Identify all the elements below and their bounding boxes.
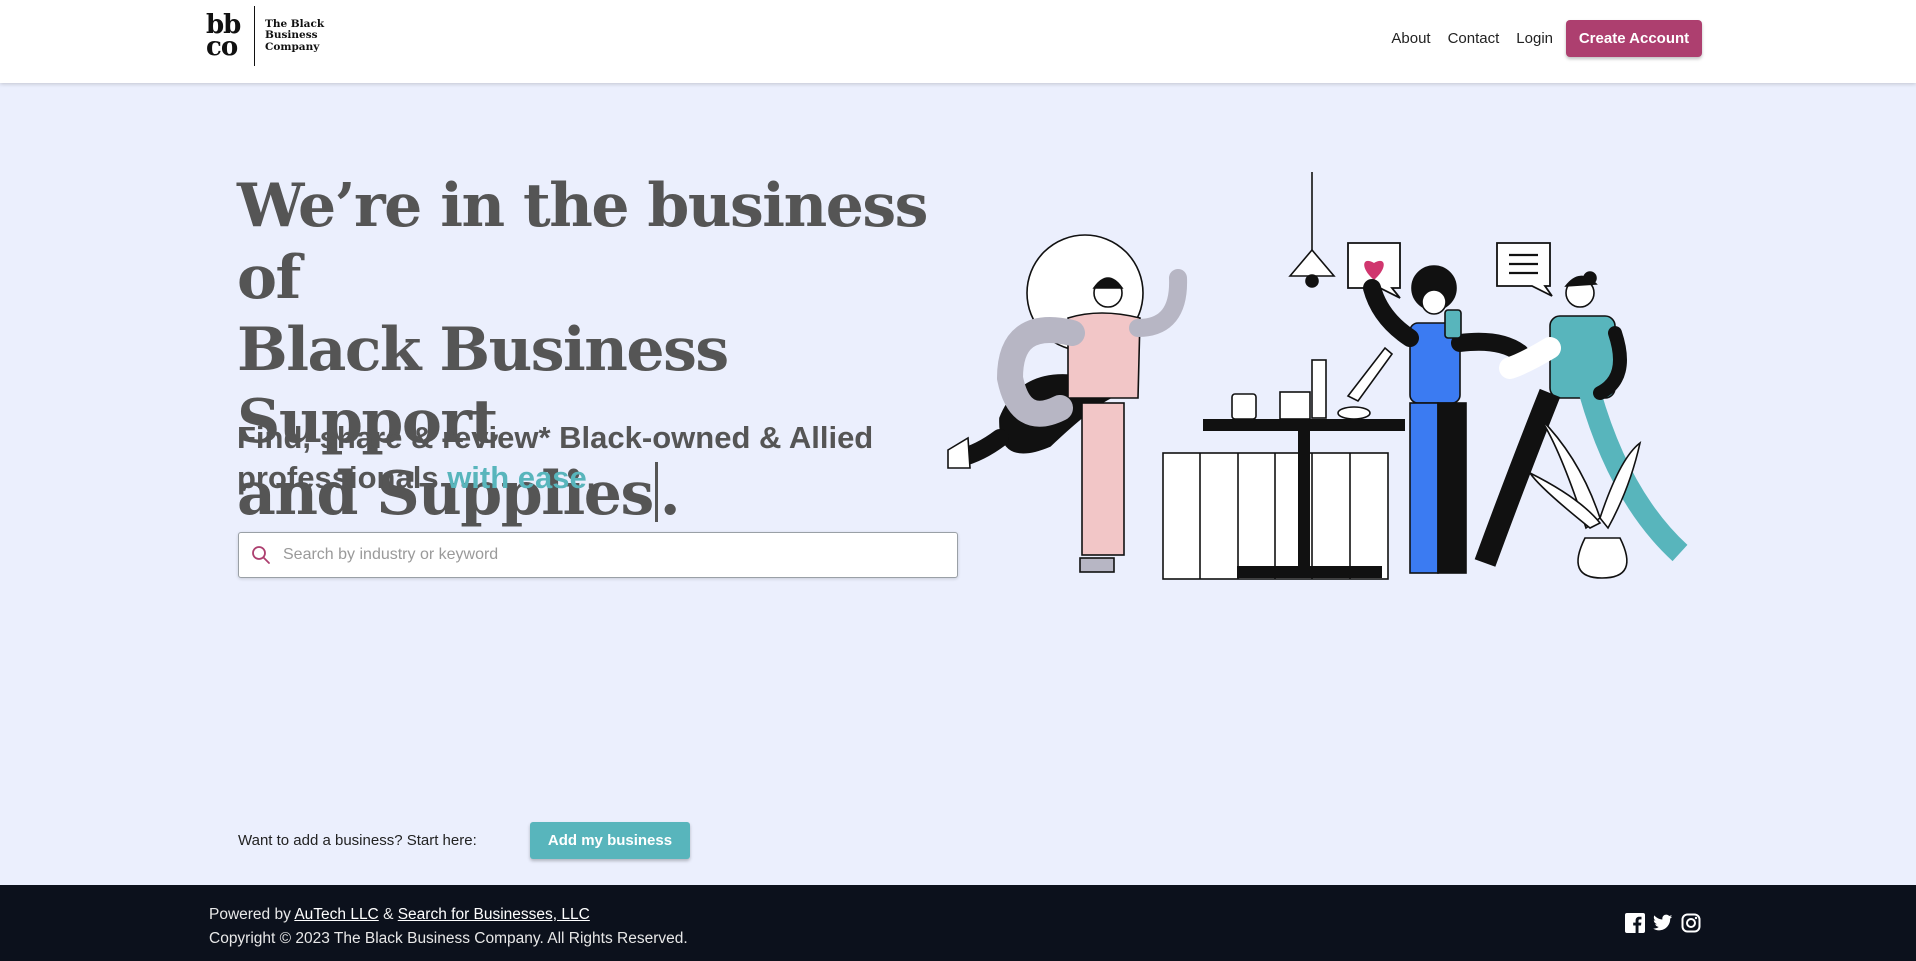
logo-divider xyxy=(254,6,255,66)
create-account-button[interactable]: Create Account xyxy=(1566,20,1702,57)
autech-link[interactable]: AuTech LLC xyxy=(294,906,378,923)
footer-text: Powered by AuTech LLC & Search for Busin… xyxy=(209,903,688,951)
search-for-businesses-link[interactable]: Search for Businesses, LLC xyxy=(398,906,590,923)
add-business-prompt: Want to add a business? Start here: xyxy=(238,832,477,849)
footer-powered-by: Powered by AuTech LLC & Search for Busin… xyxy=(209,903,688,927)
hero-subheading: Find, share & review* Black-owned & Alli… xyxy=(237,418,937,498)
search-icon[interactable] xyxy=(239,533,283,577)
facebook-icon[interactable] xyxy=(1625,913,1645,933)
logo-mark: bb co xyxy=(206,10,241,62)
headline-line-1: We’re in the business of xyxy=(237,171,928,313)
nav-login-link[interactable]: Login xyxy=(1516,30,1553,47)
subhead-end: . xyxy=(586,460,596,495)
hero-illustration xyxy=(947,172,1688,580)
footer-copyright: Copyright © 2023 The Black Business Comp… xyxy=(209,930,688,947)
nav-contact-link[interactable]: Contact xyxy=(1448,30,1500,47)
site-footer: Powered by AuTech LLC & Search for Busin… xyxy=(0,885,1916,961)
search-input[interactable] xyxy=(283,546,957,564)
site-header: bb co The Black Business Company About C… xyxy=(0,0,1916,83)
twitter-icon[interactable] xyxy=(1653,913,1673,933)
main-nav: About Contact Login Create Account xyxy=(1391,20,1702,57)
add-my-business-button[interactable]: Add my business xyxy=(530,822,690,859)
brand-logo[interactable]: bb co The Black Business Company xyxy=(206,5,345,67)
social-links xyxy=(1625,913,1701,933)
instagram-icon[interactable] xyxy=(1681,913,1701,933)
footer-amp: & xyxy=(378,906,398,923)
nav-about-link[interactable]: About xyxy=(1391,30,1430,47)
subhead-accent: with ease xyxy=(447,460,587,495)
search-bar[interactable] xyxy=(238,532,958,578)
add-business-row: Want to add a business? Start here: Add … xyxy=(238,822,690,859)
logo-wordmark: The Black Business Company xyxy=(265,17,325,53)
powered-prefix: Powered by xyxy=(209,906,295,923)
